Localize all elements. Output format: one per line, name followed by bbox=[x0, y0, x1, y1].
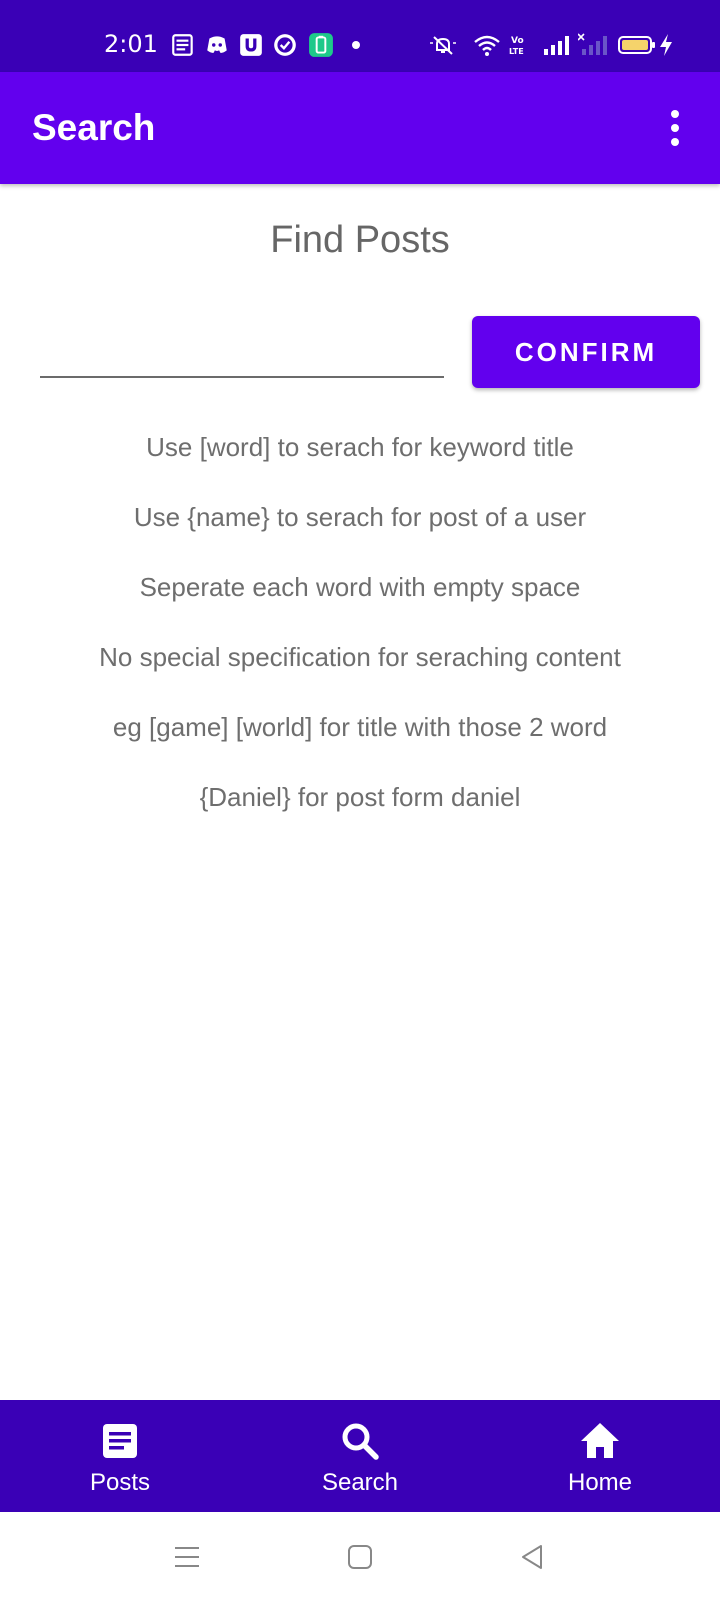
system-nav-bar bbox=[0, 1512, 720, 1600]
document-icon bbox=[99, 1420, 141, 1462]
search-icon bbox=[339, 1420, 381, 1462]
hint-text: {Daniel} for post form daniel bbox=[199, 782, 521, 812]
hint-text: Seperate each word with empty space bbox=[139, 572, 581, 602]
u-app-icon bbox=[238, 32, 264, 58]
charging-icon bbox=[658, 32, 674, 58]
hint-text: Use {name} to serach for post of a user bbox=[133, 502, 587, 532]
hint-text: Use [word] to serach for keyword title bbox=[146, 432, 574, 462]
news-icon bbox=[170, 32, 196, 58]
nav-label-posts: Posts bbox=[89, 1469, 151, 1496]
find-posts-heading: Find Posts bbox=[270, 219, 450, 261]
home-icon bbox=[579, 1420, 621, 1462]
nav-item-home[interactable]: Home bbox=[480, 1400, 720, 1512]
dot-icon bbox=[350, 32, 362, 58]
back-icon[interactable] bbox=[515, 1540, 549, 1574]
hint-text: No special specification for seraching c… bbox=[99, 642, 621, 672]
confirm-button[interactable]: CONFIRM bbox=[472, 316, 700, 388]
discord-icon bbox=[204, 32, 230, 58]
hint-text: eg [game] [world] for title with those 2… bbox=[112, 712, 608, 742]
wifi-icon bbox=[472, 32, 502, 58]
status-time: 2:01 bbox=[104, 30, 158, 58]
nav-item-search[interactable]: Search bbox=[240, 1400, 480, 1512]
status-bar: 2:01 Vo LTE bbox=[0, 0, 720, 72]
svg-text:LTE: LTE bbox=[509, 47, 524, 56]
battery-icon bbox=[618, 32, 656, 58]
battery-app-icon bbox=[308, 32, 334, 58]
volte-icon: Vo LTE bbox=[508, 32, 534, 58]
nav-item-posts[interactable]: Posts bbox=[0, 1400, 240, 1512]
app-bar: Search bbox=[0, 72, 720, 184]
home-square-icon[interactable] bbox=[343, 1540, 377, 1574]
nav-label-search: Search bbox=[321, 1469, 399, 1496]
svg-text:Vo: Vo bbox=[511, 36, 524, 46]
mute-icon bbox=[428, 32, 458, 58]
bottom-nav: Posts Search Home bbox=[0, 1400, 720, 1512]
more-vertical-icon[interactable] bbox=[660, 108, 690, 148]
search-hints: Use [word] to serach for keyword title U… bbox=[0, 425, 720, 845]
page-title: Search bbox=[32, 107, 156, 148]
nav-label-home: Home bbox=[567, 1469, 633, 1496]
signal-no-service-icon bbox=[578, 32, 608, 58]
check-badge-icon bbox=[272, 32, 298, 58]
recents-icon[interactable] bbox=[170, 1540, 204, 1574]
signal-icon bbox=[542, 32, 570, 58]
search-input[interactable] bbox=[40, 318, 444, 378]
